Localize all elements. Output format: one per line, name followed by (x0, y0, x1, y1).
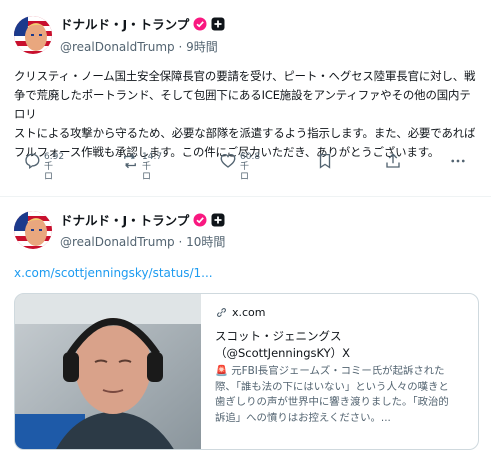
meta-separator: · (178, 40, 183, 54)
more-options-button[interactable] (449, 152, 467, 170)
share-icon (386, 153, 400, 168)
author-meta: @realDonaldTrump · 9時間 (60, 38, 218, 55)
link-icon (217, 307, 226, 317)
more-icon (451, 159, 465, 163)
affiliate-badge-icon[interactable] (211, 213, 225, 227)
card-title-line: （@ScottJenningsKY）X (215, 346, 351, 360)
post-text: クリスティ・ノーム国土安全保障長官の要請を受け、ピート・ヘグセス陸軍長官に対し、… (14, 67, 480, 162)
bookmark-button[interactable] (316, 152, 334, 170)
verified-badge-icon (193, 213, 207, 227)
author-display-name[interactable]: ドナルド・J・トランプ (60, 14, 189, 33)
card-description: 🚨 元FBI長官ジェームズ・コミー氏が起訴された 際、「誰も法の下にはいない」と… (215, 364, 470, 426)
post-link[interactable]: x.com/scottjenningsky/status/1... (14, 266, 213, 280)
verified-badge-icon (193, 17, 207, 31)
bookmark-icon (319, 153, 331, 169)
author-handle[interactable]: @realDonaldTrump (60, 40, 175, 54)
avatar-flag-portrait-image (14, 16, 52, 54)
post-text-line: クリスティ・ノーム国土安全保障長官の要請を受け、ピート・ヘグセス陸軍長官に対し、… (14, 69, 476, 83)
post-text-line: 争で荒廃したポートランド、そして包囲下にあるICE施設をアンティファやその他の国… (14, 88, 471, 121)
reply-button[interactable]: 6.92千ロ (23, 152, 64, 182)
post-1[interactable]: ドナルド・J・トランプ @realDonaldTrump · 9時間 クリスティ… (0, 0, 491, 196)
like-count-unit: ロ (240, 172, 250, 182)
share-button[interactable] (384, 152, 402, 170)
reply-count-unit: ロ (44, 172, 54, 182)
repost-icon (124, 153, 136, 169)
repost-button[interactable]: 14.7千ロ (121, 152, 162, 182)
post-timestamp[interactable]: 9時間 (186, 40, 218, 54)
card-desc-line: 歯ぎしりの声が世界中に響き渡りました。「政治的 (215, 396, 449, 408)
reply-icon (25, 153, 40, 170)
like-button[interactable]: 60.8千ロ (219, 152, 260, 182)
card-domain: x.com (232, 305, 266, 319)
post-text-line: ストによる攻撃から守るため、必要な部隊を派遣するよう指示します。また、必要であれ… (14, 126, 476, 140)
card-thumbnail-image[interactable] (15, 294, 201, 449)
post-actions: 6.92千ロ 14.7千ロ 60.8千ロ (0, 152, 491, 182)
reply-count: 6.92千 (44, 152, 65, 172)
repost-count-unit: ロ (142, 172, 152, 182)
affiliate-badge-icon[interactable] (211, 17, 225, 31)
avatar[interactable] (14, 16, 52, 54)
card-desc-line: 際、「誰も法の下にはいない」という人々の嘆きと (215, 380, 449, 393)
card-title-line: スコット・ジェニングス (215, 329, 342, 343)
avatar[interactable] (14, 211, 52, 249)
author-handle[interactable]: @realDonaldTrump (60, 235, 175, 249)
heart-icon (220, 153, 236, 168)
card-desc-line: 訴追」への憤りはお控えください。... (215, 411, 391, 424)
author-display-name[interactable]: ドナルド・J・トランプ (60, 210, 189, 229)
repost-count: 14.7千 (142, 152, 163, 172)
card-desc-line: 🚨 元FBI長官ジェームズ・コミー氏が起訴された (215, 365, 445, 377)
meta-separator: · (178, 235, 183, 249)
author-meta: @realDonaldTrump · 10時間 (60, 233, 225, 250)
post-timestamp[interactable]: 10時間 (186, 235, 225, 249)
link-preview-card[interactable]: x.com スコット・ジェニングス （@ScottJenningsKY）X 🚨 … (14, 293, 479, 450)
like-count: 60.8千 (240, 152, 261, 172)
avatar-flag-portrait-image (14, 211, 52, 249)
post-2[interactable]: ドナルド・J・トランプ @realDonaldTrump · 10時間 x.co… (0, 197, 491, 451)
card-title: スコット・ジェニングス （@ScottJenningsKY）X (215, 328, 470, 362)
